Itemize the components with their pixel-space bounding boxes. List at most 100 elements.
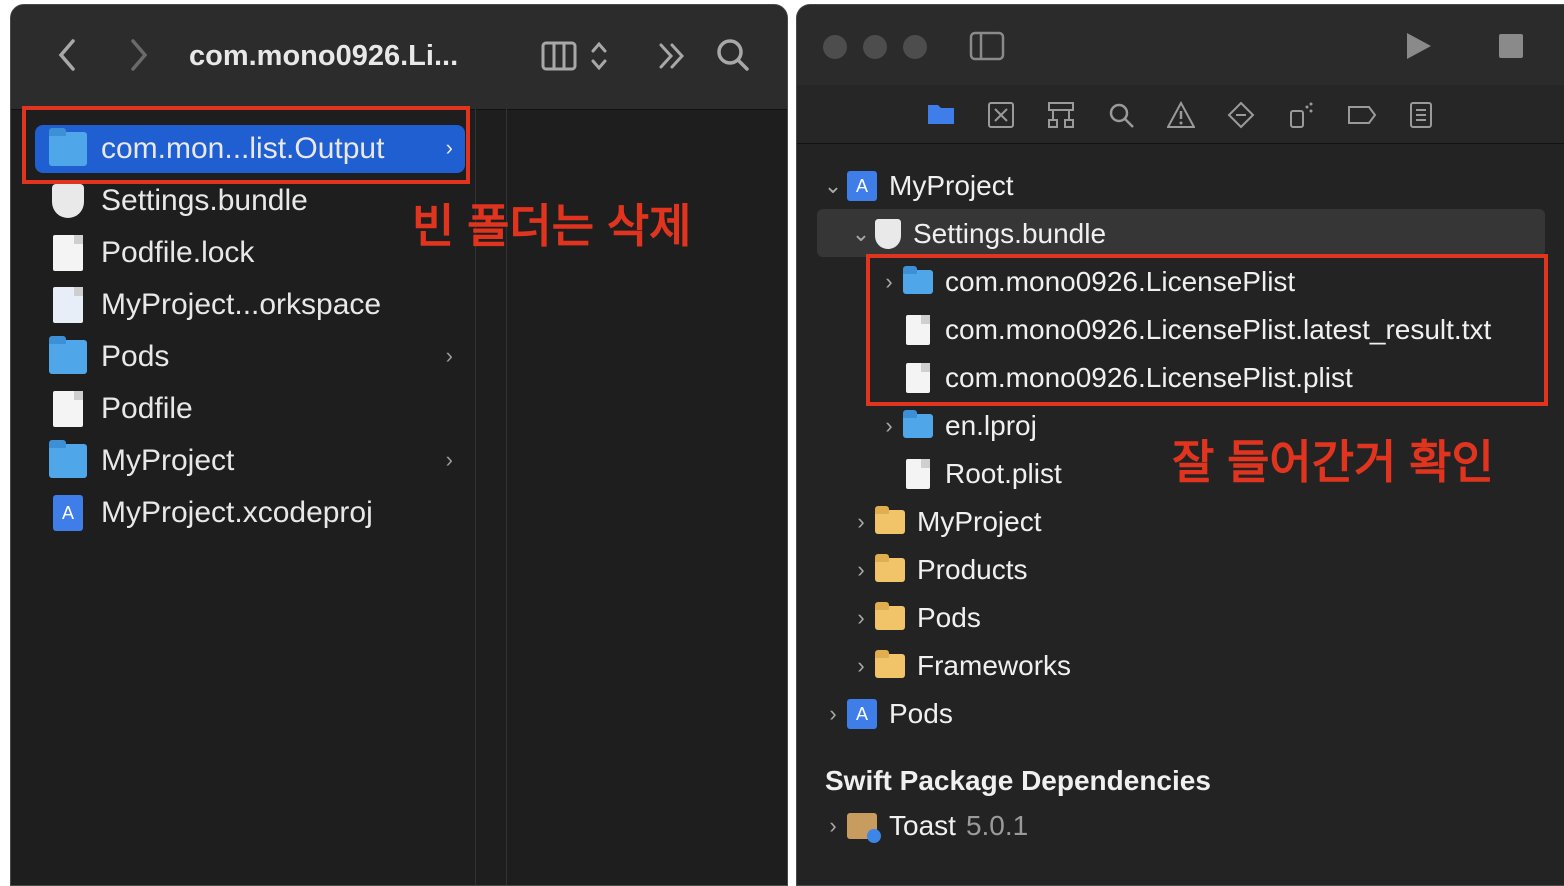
tree-row-label: Frameworks bbox=[917, 650, 1072, 681]
list-item[interactable]: Podfile.lock bbox=[35, 229, 465, 277]
tree-row-pods-project[interactable]: › A Pods bbox=[819, 690, 953, 738]
tree-row-label: MyProject bbox=[917, 506, 1042, 537]
symbol-navigator-tab[interactable] bbox=[1047, 101, 1075, 129]
folder-icon bbox=[903, 410, 933, 438]
test-navigator-tab[interactable] bbox=[1227, 101, 1255, 129]
debug-navigator-tab[interactable] bbox=[1287, 101, 1315, 129]
minimize-window-button[interactable] bbox=[863, 35, 887, 59]
annotation-confirm-note: 잘 들어간거 확인 bbox=[1172, 436, 1494, 488]
sidebar-toggle-icon bbox=[969, 31, 1005, 61]
item-label: Pods bbox=[101, 340, 170, 373]
list-item[interactable]: MyProject...orkspace bbox=[35, 281, 465, 329]
debug-spray-icon bbox=[1290, 102, 1313, 128]
view-options-button[interactable] bbox=[541, 39, 613, 78]
folder-icon bbox=[49, 440, 87, 478]
list-item[interactable]: A MyProject.xcodeproj bbox=[35, 489, 465, 537]
zoom-window-button[interactable] bbox=[903, 35, 927, 59]
finder-file-list: com.mon...list.Output › Settings.bundle … bbox=[11, 109, 475, 885]
document-icon bbox=[53, 235, 83, 271]
chevron-right-icon[interactable]: › bbox=[847, 509, 875, 535]
folder-icon bbox=[875, 554, 905, 582]
xcodeproj-icon: A bbox=[847, 171, 877, 201]
play-icon bbox=[1407, 33, 1431, 59]
tree-row-myproject[interactable]: ⌄ A MyProject bbox=[819, 162, 1013, 210]
tree-row-label: Pods bbox=[889, 698, 953, 729]
tree-row-frameworks[interactable]: › Frameworks bbox=[847, 642, 1071, 690]
list-item[interactable]: Podfile bbox=[35, 385, 465, 433]
chevron-right-icon[interactable]: › bbox=[875, 413, 903, 439]
settings-bundle-icon bbox=[52, 184, 84, 218]
folder-icon bbox=[49, 336, 87, 374]
chevron-right-icon bbox=[131, 39, 148, 71]
chevron-right-icon[interactable]: › bbox=[847, 605, 875, 631]
folder-icon bbox=[875, 506, 905, 534]
folder-icon bbox=[875, 602, 905, 630]
settings-bundle-icon bbox=[875, 219, 901, 249]
tree-row-settings-bundle[interactable]: ⌄ Settings.bundle bbox=[847, 210, 1106, 258]
item-label: MyProject bbox=[101, 444, 235, 477]
source-control-icon bbox=[988, 102, 1014, 128]
list-item[interactable]: MyProject › bbox=[35, 437, 465, 485]
xcodeproj-icon: A bbox=[53, 495, 83, 531]
list-item[interactable]: Settings.bundle bbox=[35, 177, 465, 225]
report-navigator-tab[interactable] bbox=[1407, 101, 1435, 129]
tree-row-root-plist[interactable]: Root.plist bbox=[875, 450, 1062, 498]
chevron-right-icon[interactable]: › bbox=[847, 557, 875, 583]
tree-row-label: Pods bbox=[917, 602, 981, 633]
forward-button[interactable] bbox=[127, 37, 151, 78]
close-window-button[interactable] bbox=[823, 35, 847, 59]
report-icon bbox=[1410, 102, 1432, 128]
tree-row-label: en.lproj bbox=[945, 410, 1037, 441]
breakpoint-icon bbox=[1348, 106, 1377, 124]
chevron-down-icon[interactable]: ⌄ bbox=[819, 173, 847, 199]
folder-icon bbox=[875, 650, 905, 678]
tree-row-pods-group[interactable]: › Pods bbox=[847, 594, 981, 642]
sidebar-toggle-button[interactable] bbox=[969, 31, 1005, 66]
window-title: com.mono0926.Li... bbox=[189, 40, 459, 72]
tree-row-myproject-group[interactable]: › MyProject bbox=[847, 498, 1041, 546]
package-dependencies-header: Swift Package Dependencies bbox=[825, 765, 1211, 796]
double-chevron-right-icon bbox=[659, 43, 685, 69]
item-label: MyProject.xcodeproj bbox=[101, 496, 373, 529]
warning-icon bbox=[1166, 100, 1196, 128]
package-version: 5.0.1 bbox=[965, 810, 1029, 841]
source-control-navigator-tab[interactable] bbox=[987, 101, 1015, 129]
issue-navigator-tab[interactable] bbox=[1166, 100, 1196, 129]
stop-icon bbox=[1499, 34, 1523, 58]
finder-toolbar: com.mono0926.Li... bbox=[11, 5, 787, 110]
annotation-delete-note: 빈 폴더는 삭제 bbox=[412, 200, 692, 252]
chevron-right-icon: › bbox=[445, 447, 453, 472]
chevron-right-icon[interactable]: › bbox=[819, 701, 847, 727]
package-row-toast[interactable]: › Toast 5.0.1 bbox=[819, 802, 1028, 850]
tree-row-products[interactable]: › Products bbox=[847, 546, 1028, 594]
chevron-right-icon: › bbox=[445, 343, 453, 368]
document-icon bbox=[53, 391, 83, 427]
chevron-left-icon bbox=[58, 39, 75, 71]
find-navigator-tab[interactable] bbox=[1107, 101, 1135, 129]
test-diamond-icon bbox=[1227, 101, 1255, 129]
search-icon bbox=[717, 39, 749, 71]
search-button[interactable] bbox=[715, 37, 751, 78]
plist-file-icon bbox=[906, 459, 930, 489]
xcodeproj-icon: A bbox=[847, 699, 877, 729]
annotation-box-xcode bbox=[866, 254, 1548, 406]
package-icon bbox=[847, 813, 881, 843]
tree-row-label: Settings.bundle bbox=[913, 218, 1107, 249]
list-item[interactable]: Pods › bbox=[35, 333, 465, 381]
project-navigator-tab[interactable] bbox=[927, 101, 955, 129]
chevron-down-icon[interactable]: ⌄ bbox=[847, 221, 875, 247]
stop-button[interactable] bbox=[1499, 34, 1523, 63]
breakpoint-navigator-tab[interactable] bbox=[1347, 101, 1377, 129]
navigator-selector-bar bbox=[797, 85, 1564, 144]
column-view-icon bbox=[541, 41, 607, 71]
folder-icon bbox=[928, 105, 954, 124]
back-button[interactable] bbox=[55, 37, 79, 78]
chevron-right-icon[interactable]: › bbox=[819, 813, 847, 839]
item-label: Settings.bundle bbox=[101, 184, 308, 217]
toolbar-overflow-button[interactable] bbox=[657, 41, 687, 76]
run-button[interactable] bbox=[1405, 31, 1433, 66]
chevron-right-icon[interactable]: › bbox=[847, 653, 875, 679]
tree-row-label: MyProject bbox=[889, 170, 1014, 201]
tree-row-label: Root.plist bbox=[945, 458, 1062, 489]
tree-row-en-lproj[interactable]: › en.lproj bbox=[875, 402, 1037, 450]
